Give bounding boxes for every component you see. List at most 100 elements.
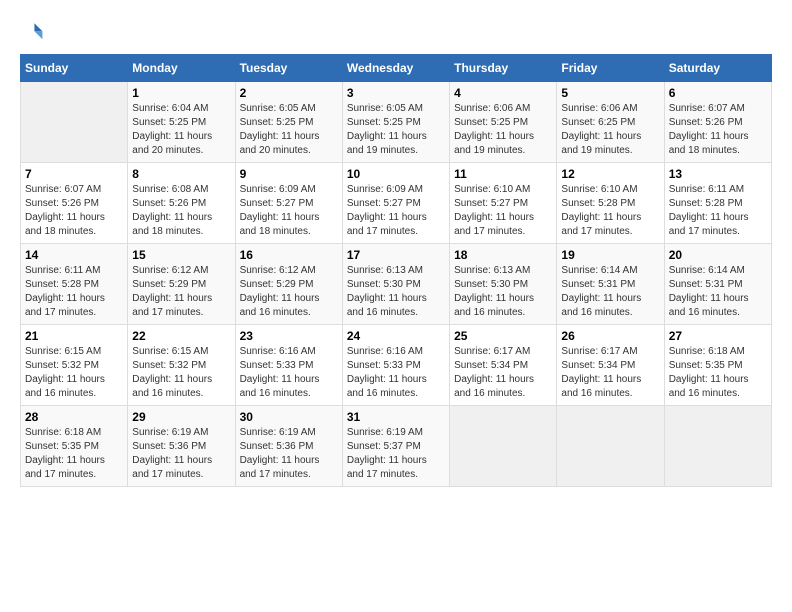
calendar-cell: 18Sunrise: 6:13 AMSunset: 5:30 PMDayligh… bbox=[450, 244, 557, 325]
day-number: 1 bbox=[132, 86, 230, 100]
day-number: 3 bbox=[347, 86, 445, 100]
calendar-cell: 5 Sunrise: 6:06 AMSunset: 6:25 PMDaylight… bbox=[557, 82, 664, 163]
day-info: Sunrise: 6:12 AMSunset: 5:29 PMDaylight:… bbox=[132, 264, 230, 320]
day-number: 9 bbox=[240, 167, 338, 181]
calendar-cell: 11Sunrise: 6:10 AMSunset: 5:27 PMDayligh… bbox=[450, 163, 557, 244]
calendar-cell: 7Sunrise: 6:07 AMSunset: 5:26 PMDaylight… bbox=[21, 163, 128, 244]
header-cell-wednesday: Wednesday bbox=[342, 55, 449, 82]
calendar-cell: 20 Sunrise: 6:14 AMSunset: 5:31 PMDayligh… bbox=[664, 244, 771, 325]
day-number: 14 bbox=[25, 248, 123, 262]
week-row-3: 14 Sunrise: 6:11 AMSunset: 5:28 PMDayligh… bbox=[21, 244, 772, 325]
calendar-cell: 6 Sunrise: 6:07 AMSunset: 5:26 PMDaylight… bbox=[664, 82, 771, 163]
day-info: Sunrise: 6:13 AMSunset: 5:30 PMDaylight:… bbox=[347, 264, 445, 320]
calendar-cell: 22Sunrise: 6:15 AMSunset: 5:32 PMDayligh… bbox=[128, 325, 235, 406]
day-info: Sunrise: 6:17 AMSunset: 5:34 PMDaylight:… bbox=[561, 345, 659, 401]
header-cell-sunday: Sunday bbox=[21, 55, 128, 82]
day-number: 11 bbox=[454, 167, 552, 181]
day-number: 6 bbox=[669, 86, 767, 100]
header-cell-monday: Monday bbox=[128, 55, 235, 82]
calendar-cell: 10 Sunrise: 6:09 AMSunset: 5:27 PMDayligh… bbox=[342, 163, 449, 244]
week-row-2: 7Sunrise: 6:07 AMSunset: 5:26 PMDaylight… bbox=[21, 163, 772, 244]
day-info: Sunrise: 6:05 AMSunset: 5:25 PMDaylight:… bbox=[347, 102, 445, 158]
calendar-cell bbox=[664, 406, 771, 487]
day-info: Sunrise: 6:15 AMSunset: 5:32 PMDaylight:… bbox=[132, 345, 230, 401]
day-info: Sunrise: 6:15 AMSunset: 5:32 PMDaylight:… bbox=[25, 345, 123, 401]
calendar-cell: 16Sunrise: 6:12 AMSunset: 5:29 PMDayligh… bbox=[235, 244, 342, 325]
day-info: Sunrise: 6:05 AMSunset: 5:25 PMDaylight:… bbox=[240, 102, 338, 158]
day-number: 10 bbox=[347, 167, 445, 181]
day-number: 20 bbox=[669, 248, 767, 262]
day-number: 27 bbox=[669, 329, 767, 343]
day-number: 26 bbox=[561, 329, 659, 343]
calendar-cell: 27 Sunrise: 6:18 AMSunset: 5:35 PMDayligh… bbox=[664, 325, 771, 406]
calendar-cell: 14 Sunrise: 6:11 AMSunset: 5:28 PMDayligh… bbox=[21, 244, 128, 325]
day-number: 21 bbox=[25, 329, 123, 343]
day-info: Sunrise: 6:09 AMSunset: 5:27 PMDaylight:… bbox=[347, 183, 445, 239]
week-row-4: 21 Sunrise: 6:15 AMSunset: 5:32 PMDayligh… bbox=[21, 325, 772, 406]
day-number: 15 bbox=[132, 248, 230, 262]
day-info: Sunrise: 6:11 AMSunset: 5:28 PMDaylight:… bbox=[669, 183, 767, 239]
calendar-cell: 2 Sunrise: 6:05 AMSunset: 5:25 PMDaylight… bbox=[235, 82, 342, 163]
day-number: 29 bbox=[132, 410, 230, 424]
calendar-cell bbox=[21, 82, 128, 163]
day-info: Sunrise: 6:19 AMSunset: 5:37 PMDaylight:… bbox=[347, 426, 445, 482]
calendar-cell: 30 Sunrise: 6:19 AMSunset: 5:36 PMDayligh… bbox=[235, 406, 342, 487]
calendar-cell bbox=[557, 406, 664, 487]
week-row-5: 28Sunrise: 6:18 AMSunset: 5:35 PMDayligh… bbox=[21, 406, 772, 487]
day-number: 8 bbox=[132, 167, 230, 181]
calendar-cell: 23Sunrise: 6:16 AMSunset: 5:33 PMDayligh… bbox=[235, 325, 342, 406]
day-info: Sunrise: 6:06 AMSunset: 6:25 PMDaylight:… bbox=[561, 102, 659, 158]
calendar-cell: 3 Sunrise: 6:05 AMSunset: 5:25 PMDaylight… bbox=[342, 82, 449, 163]
day-number: 18 bbox=[454, 248, 552, 262]
calendar-cell: 26 Sunrise: 6:17 AMSunset: 5:34 PMDayligh… bbox=[557, 325, 664, 406]
day-info: Sunrise: 6:07 AMSunset: 5:26 PMDaylight:… bbox=[669, 102, 767, 158]
day-number: 30 bbox=[240, 410, 338, 424]
calendar-cell: 12Sunrise: 6:10 AMSunset: 5:28 PMDayligh… bbox=[557, 163, 664, 244]
week-row-1: 1 Sunrise: 6:04 AMSunset: 5:25 PMDaylight… bbox=[21, 82, 772, 163]
day-number: 7 bbox=[25, 167, 123, 181]
day-info: Sunrise: 6:11 AMSunset: 5:28 PMDaylight:… bbox=[25, 264, 123, 320]
day-info: Sunrise: 6:14 AMSunset: 5:31 PMDaylight:… bbox=[561, 264, 659, 320]
calendar-cell: 8 Sunrise: 6:08 AMSunset: 5:26 PMDaylight… bbox=[128, 163, 235, 244]
calendar-body: 1 Sunrise: 6:04 AMSunset: 5:25 PMDaylight… bbox=[21, 82, 772, 487]
calendar-cell: 24Sunrise: 6:16 AMSunset: 5:33 PMDayligh… bbox=[342, 325, 449, 406]
calendar-table: SundayMondayTuesdayWednesdayThursdayFrid… bbox=[20, 54, 772, 487]
logo-icon bbox=[20, 20, 44, 44]
day-info: Sunrise: 6:18 AMSunset: 5:35 PMDaylight:… bbox=[669, 345, 767, 401]
day-info: Sunrise: 6:19 AMSunset: 5:36 PMDaylight:… bbox=[240, 426, 338, 482]
day-number: 17 bbox=[347, 248, 445, 262]
header-cell-saturday: Saturday bbox=[664, 55, 771, 82]
calendar-cell: 25 Sunrise: 6:17 AMSunset: 5:34 PMDayligh… bbox=[450, 325, 557, 406]
day-number: 2 bbox=[240, 86, 338, 100]
day-info: Sunrise: 6:09 AMSunset: 5:27 PMDaylight:… bbox=[240, 183, 338, 239]
day-number: 13 bbox=[669, 167, 767, 181]
day-info: Sunrise: 6:12 AMSunset: 5:29 PMDaylight:… bbox=[240, 264, 338, 320]
calendar-cell: 29 Sunrise: 6:19 AMSunset: 5:36 PMDayligh… bbox=[128, 406, 235, 487]
day-info: Sunrise: 6:10 AMSunset: 5:28 PMDaylight:… bbox=[561, 183, 659, 239]
day-number: 31 bbox=[347, 410, 445, 424]
day-info: Sunrise: 6:04 AMSunset: 5:25 PMDaylight:… bbox=[132, 102, 230, 158]
calendar-cell bbox=[450, 406, 557, 487]
day-number: 5 bbox=[561, 86, 659, 100]
header-cell-thursday: Thursday bbox=[450, 55, 557, 82]
header-cell-friday: Friday bbox=[557, 55, 664, 82]
day-info: Sunrise: 6:08 AMSunset: 5:26 PMDaylight:… bbox=[132, 183, 230, 239]
day-number: 25 bbox=[454, 329, 552, 343]
header-row: SundayMondayTuesdayWednesdayThursdayFrid… bbox=[21, 55, 772, 82]
day-number: 19 bbox=[561, 248, 659, 262]
calendar-cell: 13 Sunrise: 6:11 AMSunset: 5:28 PMDayligh… bbox=[664, 163, 771, 244]
header bbox=[20, 20, 772, 44]
day-number: 4 bbox=[454, 86, 552, 100]
calendar-cell: 1 Sunrise: 6:04 AMSunset: 5:25 PMDaylight… bbox=[128, 82, 235, 163]
day-info: Sunrise: 6:14 AMSunset: 5:31 PMDaylight:… bbox=[669, 264, 767, 320]
day-info: Sunrise: 6:18 AMSunset: 5:35 PMDaylight:… bbox=[25, 426, 123, 482]
day-info: Sunrise: 6:17 AMSunset: 5:34 PMDaylight:… bbox=[454, 345, 552, 401]
logo bbox=[20, 20, 48, 44]
calendar-cell: 31 Sunrise: 6:19 AMSunset: 5:37 PMDayligh… bbox=[342, 406, 449, 487]
calendar-cell: 19 Sunrise: 6:14 AMSunset: 5:31 PMDayligh… bbox=[557, 244, 664, 325]
header-cell-tuesday: Tuesday bbox=[235, 55, 342, 82]
day-info: Sunrise: 6:19 AMSunset: 5:36 PMDaylight:… bbox=[132, 426, 230, 482]
calendar-cell: 4Sunrise: 6:06 AMSunset: 5:25 PMDaylight… bbox=[450, 82, 557, 163]
calendar-cell: 21 Sunrise: 6:15 AMSunset: 5:32 PMDayligh… bbox=[21, 325, 128, 406]
day-info: Sunrise: 6:16 AMSunset: 5:33 PMDaylight:… bbox=[240, 345, 338, 401]
